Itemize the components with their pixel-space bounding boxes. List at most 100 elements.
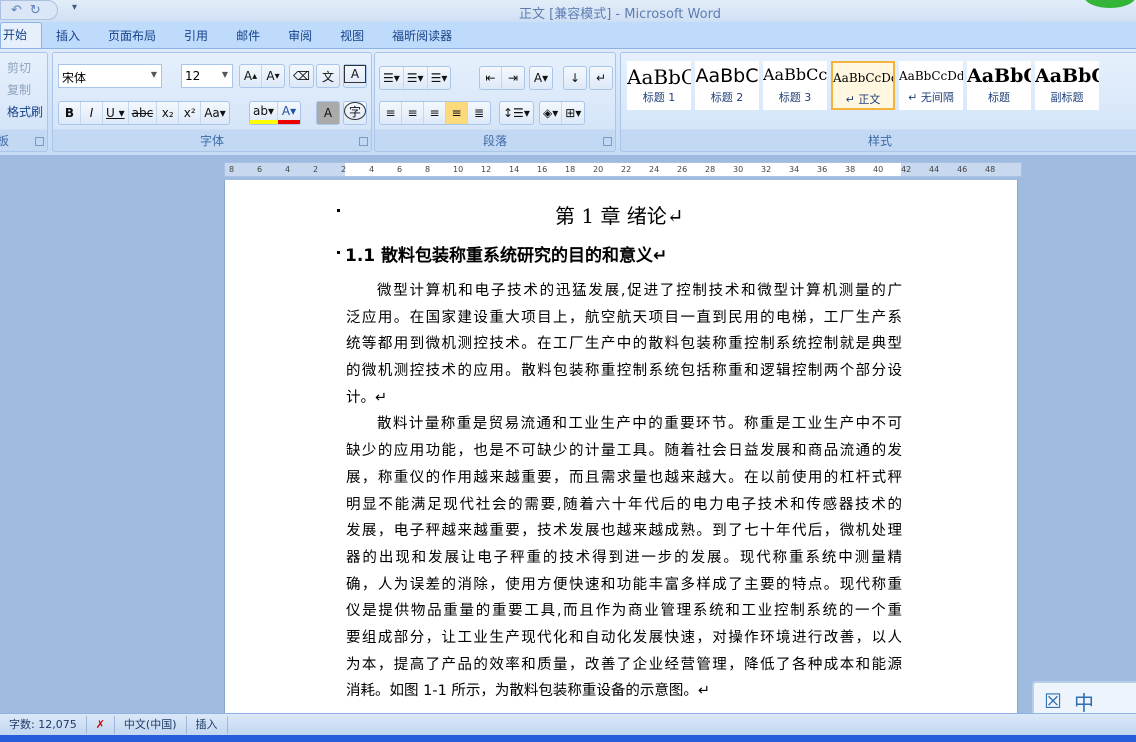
ruler-tick-label: 8 [229, 165, 235, 174]
style-no-spacing[interactable]: AaBbCcDd ↵ 无间隔 [899, 61, 963, 110]
tab-view[interactable]: 视图 [326, 24, 378, 48]
font-color-icon[interactable]: A▾ [278, 102, 300, 124]
styles-gallery: AaBbC 标题 1 AaBbC 标题 2 AaBbCc 标题 3 AaBbCcDd ↵… [627, 61, 1127, 117]
font-size-combo[interactable]: 12 ▼ [181, 64, 233, 88]
ruler-tick-label: 6 [257, 165, 263, 174]
justify-icon[interactable]: ≡ [446, 102, 468, 124]
chevron-down-icon[interactable]: ▼ [222, 70, 228, 79]
line-spacing-button[interactable]: ↕☰▾ [499, 101, 534, 125]
align-center-icon[interactable]: ≡ [402, 102, 424, 124]
color-buttons: ab▾ A▾ [249, 101, 301, 125]
show-marks-button[interactable]: ↵ [589, 66, 613, 90]
body-text-line: 确，人为误差的消除，使用方便快速和功能丰富多样成了主要的特点。现代称重 [346, 576, 902, 593]
decrease-indent-icon[interactable]: ⇤ [480, 67, 502, 89]
shading-icon[interactable]: ◈▾ [540, 102, 563, 124]
highlight-icon[interactable]: ab▾ [250, 102, 278, 124]
borders-icon[interactable]: ⊞▾ [562, 102, 584, 124]
ruler-tick-label: 36 [817, 165, 828, 174]
underline-icon[interactable]: U ▾ [103, 102, 129, 124]
tab-insert[interactable]: 插入 [42, 24, 94, 48]
format-painter-button[interactable]: 格式刷 [7, 103, 43, 120]
change-case-icon[interactable]: Aa▾ [201, 102, 229, 124]
align-right-icon[interactable]: ≡ [424, 102, 446, 124]
grow-font-icon[interactable]: A ▴ [240, 65, 262, 87]
style-heading-1[interactable]: AaBbC 标题 1 [627, 61, 691, 110]
tab-foxit-reader[interactable]: 福昕阅读器 [378, 24, 466, 48]
paragraph-mark [337, 251, 340, 254]
clear-format-button[interactable]: ⌫ [289, 64, 314, 88]
tab-home[interactable]: 开始 [0, 22, 43, 48]
ruler-tick-label: 10 [453, 165, 464, 174]
style-name: ↵ 无间隔 [908, 91, 954, 104]
body-text-line: 仪是提供物品重量的重要工具,而且作为商业管理系统和工业控制系统的一个重 [346, 603, 902, 620]
sort-button[interactable]: ↓ [563, 66, 587, 90]
numbering-icon[interactable]: ☰▾ [404, 67, 428, 89]
body-text-line: 统等都用到微机测控技术。在工厂生产中的散料包装称重控制系统控制就是典型 [346, 336, 902, 353]
tab-review[interactable]: 审阅 [274, 24, 326, 48]
chinese-layout-icon: A▾ [533, 71, 549, 85]
tab-references[interactable]: 引用 [170, 24, 222, 48]
ruler-tick-label: 34 [789, 165, 800, 174]
distribute-icon[interactable]: ≣ [468, 102, 490, 124]
body-text-line: 要组成部分，让工业生产现代化和自动化发展快速，对操作环境进行改善，以人 [346, 629, 902, 646]
section-heading: 1.1 散料包装称重系统研究的目的和意义↵ [345, 246, 668, 266]
dialog-launcher-icon[interactable] [603, 137, 612, 146]
body-text-line: 计。↵ [346, 389, 388, 406]
eraser-icon: ⌫ [293, 69, 310, 83]
chinese-layout-button[interactable]: A▾ [529, 66, 553, 90]
ruler-tick-label: 44 [929, 165, 940, 174]
shrink-font-icon[interactable]: A ▾ [262, 65, 284, 87]
style-heading-3[interactable]: AaBbCc 标题 3 [763, 61, 827, 110]
ruler-tick-label: 2 [313, 165, 319, 174]
increase-indent-icon[interactable]: ⇥ [502, 67, 524, 89]
strikethrough-icon[interactable]: abc [129, 102, 158, 124]
italic-icon[interactable]: I [81, 102, 103, 124]
insert-mode-status[interactable]: 插入 [187, 715, 228, 734]
dialog-launcher-icon[interactable] [35, 137, 44, 146]
ribbon: 剪切 复制 格式刷 板 宋体 ▼ 12 ▼ A ▴ A ▾ ⌫ 文 A B I U ▾ a… [0, 49, 1136, 155]
language-status[interactable]: 中文(中国) [115, 715, 187, 734]
char-border-button[interactable]: A [343, 64, 367, 88]
tab-mailings[interactable]: 邮件 [222, 24, 274, 48]
font-format-buttons: B I U ▾ abc x₂ x² Aa▾ [58, 101, 230, 125]
font-size-value: 12 [185, 69, 201, 83]
chevron-down-icon[interactable]: ▼ [151, 70, 157, 79]
style-normal[interactable]: AaBbCcDd ↵ 正文 [831, 61, 895, 110]
font-group-label: 字体 [199, 134, 224, 148]
body-text-line: 器的出现和发展让电子秤重的技术得到进一步的发展。现代称重系统中测量精 [346, 549, 902, 566]
ruler-tick-label: 48 [985, 165, 996, 174]
document-page[interactable]: 第 1 章 绪论↵ 1.1 散料包装称重系统研究的目的和意义↵ 微型计算机和电子… [224, 180, 1018, 720]
copy-button[interactable]: 复制 [7, 81, 31, 98]
body-text-line: 为本，提高了产品的效率和质量，改善了企业经营管理，降低了各种成本和能源 [346, 656, 902, 673]
phonetic-guide-button[interactable]: 文 [316, 64, 340, 88]
ruler-tick-label: 12 [481, 165, 492, 174]
word-count[interactable]: 字数: 12,075 [0, 715, 87, 734]
style-name: ↵ 正文 [845, 93, 881, 106]
style-heading-2[interactable]: AaBbC 标题 2 [695, 61, 759, 110]
ruler-tick-label: 6 [397, 165, 403, 174]
style-sample: AaBbC [1035, 65, 1099, 87]
style-sample: AaBbC [967, 65, 1031, 87]
ruler-tick-label: 14 [509, 165, 520, 174]
char-shading-button[interactable]: A [316, 101, 340, 125]
subscript-icon[interactable]: x₂ [157, 102, 180, 124]
cut-button[interactable]: 剪切 [7, 59, 31, 76]
dialog-launcher-icon[interactable] [359, 137, 368, 146]
ruler-tick-label: 42 [901, 165, 912, 174]
ruler-tick-label: 4 [369, 165, 375, 174]
ime-mode-label[interactable]: 中 [1074, 687, 1094, 716]
bullets-icon[interactable]: ☰▾ [380, 67, 404, 89]
style-title[interactable]: AaBbC 标题 [967, 61, 1031, 110]
proofing-icon[interactable]: ✗ [87, 715, 115, 734]
font-name-combo[interactable]: 宋体 ▼ [58, 64, 162, 88]
enclose-char-button[interactable]: 字 [343, 101, 367, 125]
multilevel-list-icon[interactable]: ☰▾ [428, 67, 451, 89]
paragraph-group-label: 段落 [482, 134, 507, 148]
style-subtitle[interactable]: AaBbC 副标题 [1035, 61, 1099, 110]
superscript-icon[interactable]: x² [179, 102, 202, 124]
tab-page-layout[interactable]: 页面布局 [94, 24, 170, 48]
char-shading-icon: A [317, 102, 339, 124]
horizontal-ruler[interactable]: 8 6 4 2 2 4 6 8 10 12 14 16 18 20 22 24 26 28 30 32 34 36 38 40… [224, 162, 1022, 177]
bold-icon[interactable]: B [59, 102, 81, 124]
align-left-icon[interactable]: ≡ [380, 102, 402, 124]
